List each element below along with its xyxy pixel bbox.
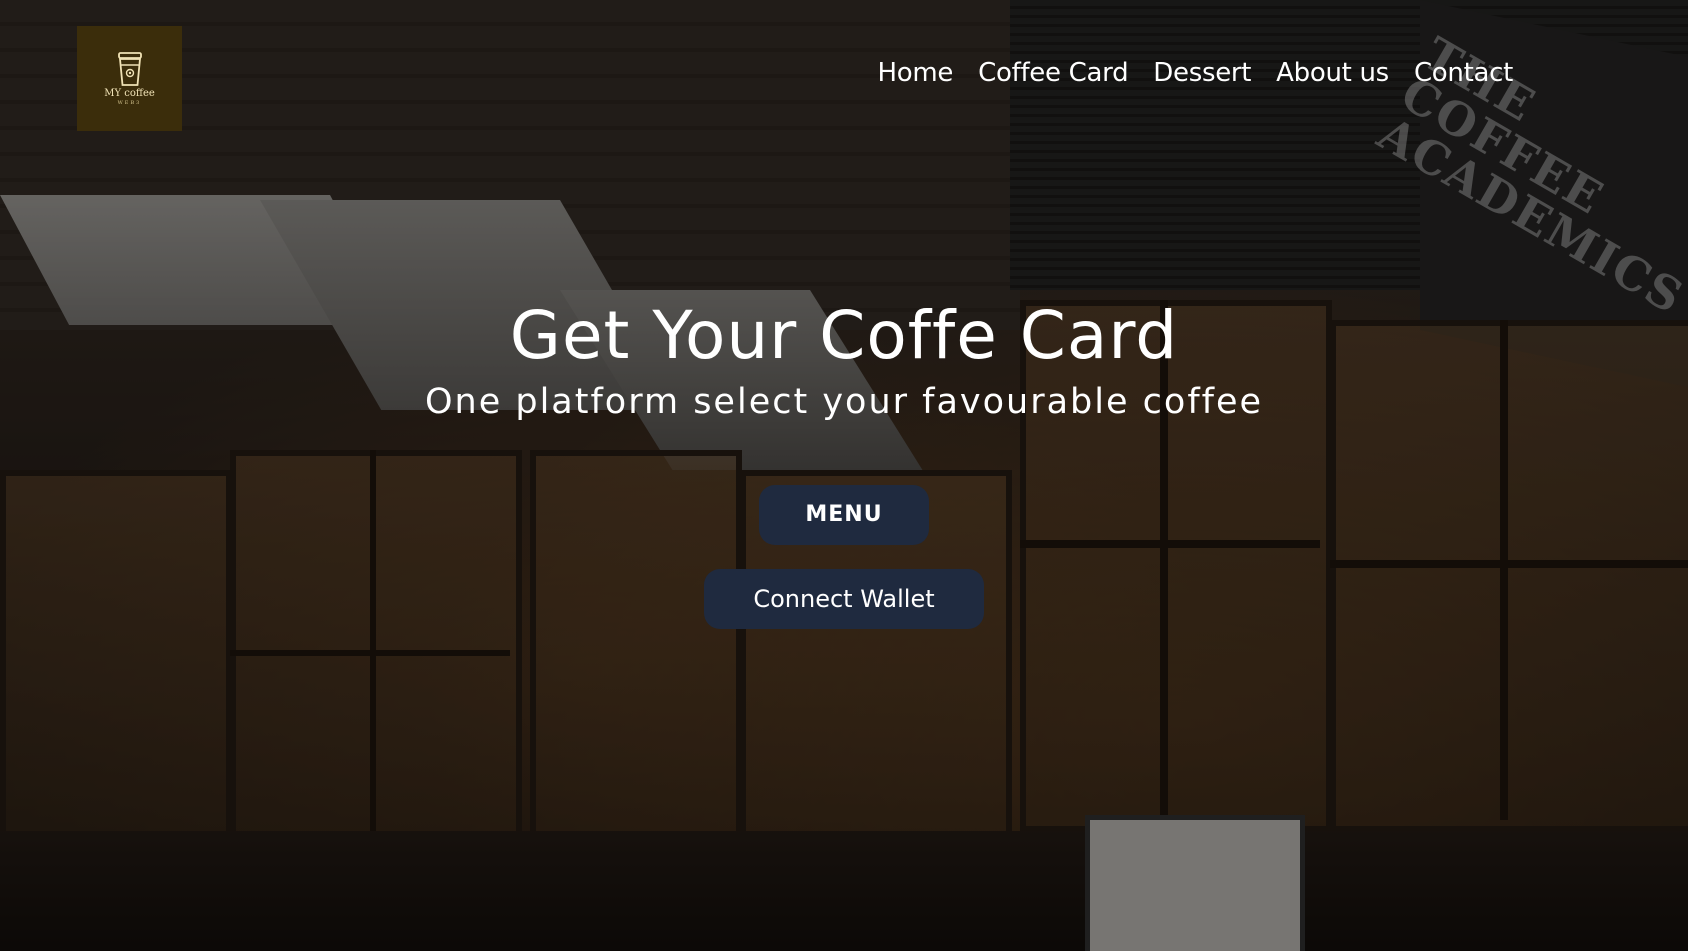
nav-item-home[interactable]: Home <box>878 58 954 89</box>
hero-section: THE COFFEE ACADEMICS MY coffee WEB3 Home <box>0 0 1688 951</box>
logo-subtitle: WEB3 <box>117 100 142 106</box>
menu-button[interactable]: MENU <box>759 484 929 545</box>
coffee-cup-icon <box>117 52 142 86</box>
main-nav: Home Coffee Card Dessert About us Contac… <box>878 58 1514 89</box>
hero-content: Get Your Coffe Card One platform select … <box>0 297 1688 629</box>
logo-name: MY coffee <box>104 88 155 99</box>
hero-subtitle: One platform select your favourable coff… <box>424 381 1264 422</box>
connect-wallet-button[interactable]: Connect Wallet <box>704 568 984 629</box>
nav-item-about-us[interactable]: About us <box>1276 58 1389 89</box>
brand-logo[interactable]: MY coffee WEB3 <box>77 26 182 131</box>
nav-item-coffee-card[interactable]: Coffee Card <box>978 58 1128 89</box>
nav-item-dessert[interactable]: Dessert <box>1153 58 1251 89</box>
nav-item-contact[interactable]: Contact <box>1414 58 1513 89</box>
hero-title: Get Your Coffe Card <box>509 297 1179 374</box>
